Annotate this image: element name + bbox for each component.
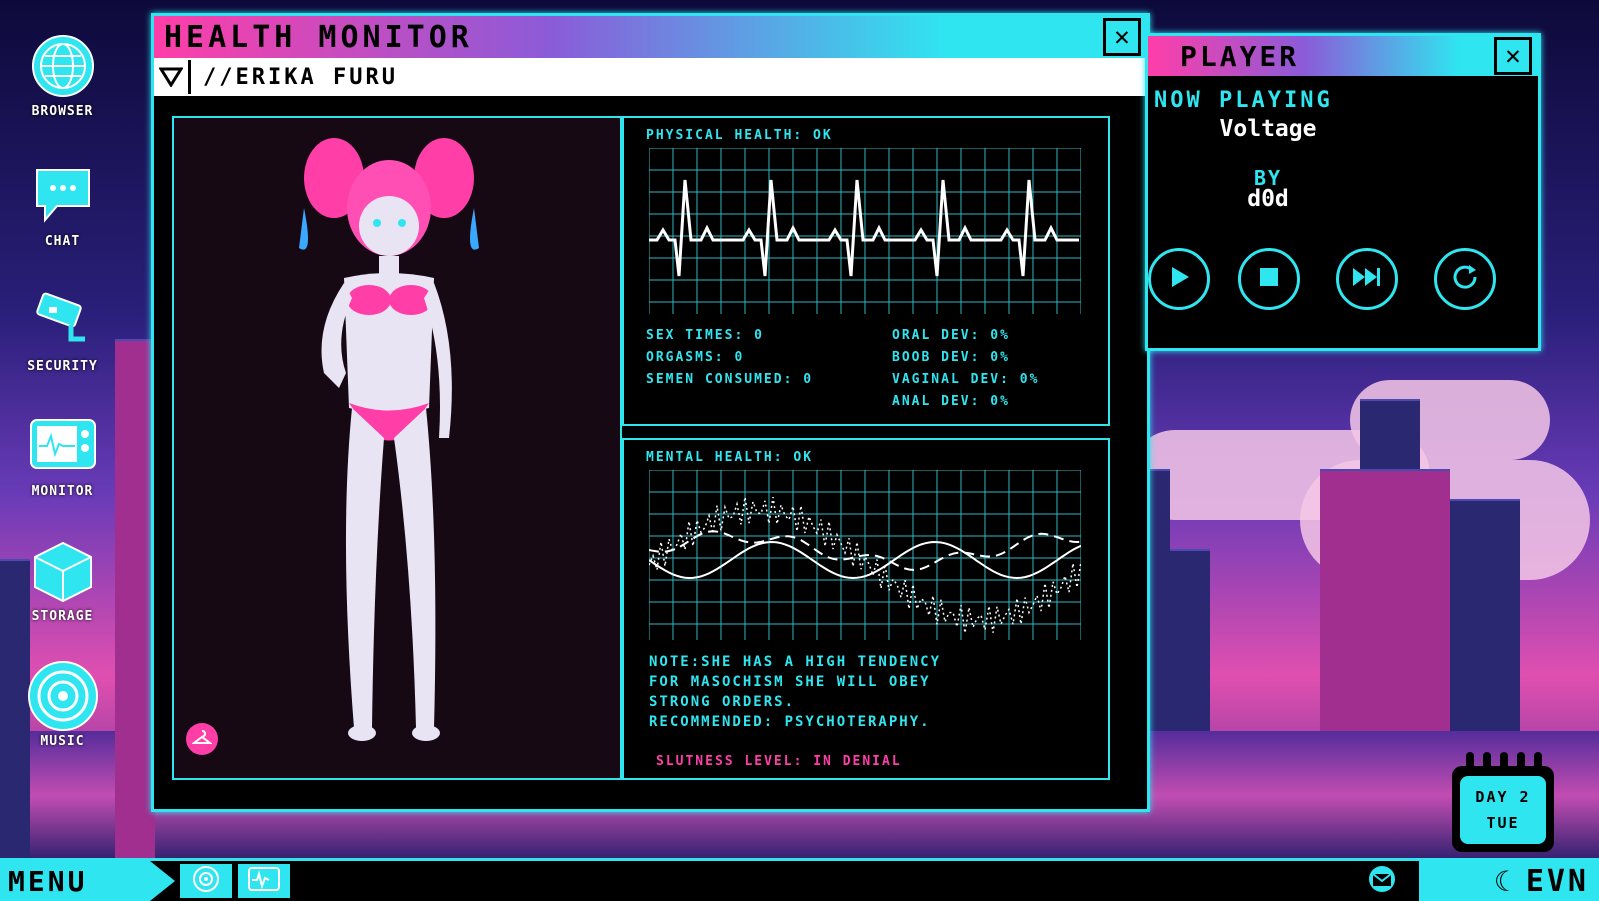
skip-forward-button[interactable] [1336, 248, 1398, 310]
stop-button[interactable] [1238, 248, 1300, 310]
health-monitor-window: HEALTH MONITOR ✕ //ERIKA FURU PHYSICAL H… [151, 13, 1150, 812]
physical-stat-left: SEX TIMES: 0 [646, 328, 764, 343]
time-of-day-label: EVN [1525, 863, 1589, 899]
slutness-level: SLUTNESS LEVEL: IN DENIAL [656, 754, 902, 769]
moon-icon: ☾ [1493, 864, 1514, 898]
now-playing-label: NOW PLAYING [1154, 88, 1333, 113]
physical-stat-right: BOOB DEV: 0% [892, 350, 1010, 365]
disc-icon [192, 865, 220, 897]
repeat-icon [1450, 262, 1480, 296]
close-icon: ✕ [1114, 22, 1130, 52]
note-line: NOTE:SHE HAS A HIGH TENDENCY [649, 654, 942, 670]
ecg-line [649, 179, 1079, 277]
window-title: HEALTH MONITOR [164, 19, 473, 55]
envelope-icon [1365, 865, 1399, 897]
note-block: NOTE:SHE HAS A HIGH TENDENCY FOR MASOCHIS… [649, 652, 941, 732]
note-line: STRONG ORDERS. [649, 694, 796, 710]
player-window: PLAYER ✕ NOW PLAYING Voltage BY d0d [1145, 33, 1541, 351]
player-title: PLAYER [1180, 39, 1300, 73]
desktop-icon-security[interactable]: SECURITY [10, 285, 115, 374]
physical-stat-left: SEMEN CONSUMED: 0 [646, 372, 814, 387]
calendar-day: DAY 2 [1475, 788, 1531, 806]
wardrobe-hanger-button[interactable] [186, 723, 218, 755]
time-of-day-indicator: ☾ EVN [1419, 861, 1599, 901]
ecg-chart [649, 148, 1081, 314]
physical-heading: PHYSICAL HEALTH: OK [646, 128, 833, 143]
chat-bubble-icon [27, 160, 99, 232]
note-line: FOR MASOCHISM SHE WILL OBEY [649, 674, 931, 690]
subject-bar: //ERIKA FURU [154, 58, 1147, 96]
desktop-icon-label: SECURITY [27, 359, 98, 374]
close-icon: ✕ [1505, 41, 1521, 71]
taskbar: MENU ☾ EVN [0, 858, 1599, 901]
mental-heading: MENTAL HEALTH: OK [646, 450, 814, 465]
artist-name: d0d [1247, 186, 1289, 212]
skip-forward-icon [1351, 266, 1383, 292]
desktop-icon-label: STORAGE [31, 609, 94, 624]
play-icon [1167, 265, 1191, 293]
play-button[interactable] [1148, 248, 1210, 310]
close-button[interactable]: ✕ [1103, 18, 1141, 56]
globe-icon [27, 30, 99, 102]
taskbar-music-button[interactable] [180, 864, 232, 898]
monitor-icon [27, 410, 99, 482]
desktop-icon-label: MUSIC [40, 734, 85, 749]
stop-icon [1258, 266, 1280, 292]
dropdown-triangle-icon[interactable] [154, 60, 191, 94]
physical-stat-right: ORAL DEV: 0% [892, 328, 1010, 343]
menu-label: MENU [8, 864, 88, 898]
calendar-widget[interactable]: DAY 2 TUE [1452, 752, 1554, 852]
security-camera-icon [27, 285, 99, 357]
desktop-icon-browser[interactable]: BROWSER [10, 30, 115, 119]
note-line: RECOMMENDED: PSYCHOTERAPHY. [649, 714, 931, 730]
taskbar-notification-button[interactable] [1362, 865, 1402, 897]
box-icon [27, 535, 99, 607]
desktop-icon-monitor[interactable]: MONITOR [10, 410, 115, 499]
monitor-icon [247, 866, 281, 896]
player-titlebar[interactable]: PLAYER ✕ [1148, 36, 1538, 76]
track-title: Voltage [1219, 116, 1317, 142]
physical-stat-right: VAGINAL DEV: 0% [892, 372, 1040, 387]
subject-name: //ERIKA FURU [203, 64, 398, 90]
physical-health-panel: PHYSICAL HEALTH: OK SEX TIMES: 0 ORGASMS:… [622, 116, 1110, 426]
calendar-weekday: TUE [1486, 814, 1520, 832]
desktop-icon-label: CHAT [44, 234, 81, 249]
hanger-icon [191, 729, 213, 749]
repeat-button[interactable] [1434, 248, 1496, 310]
menu-button[interactable]: MENU [0, 861, 175, 901]
mental-wave-chart [649, 470, 1081, 640]
player-close-button[interactable]: ✕ [1494, 37, 1532, 75]
character-figure [299, 138, 479, 741]
disc-icon [27, 660, 99, 732]
desktop-icon-label: MONITOR [31, 484, 94, 499]
physical-stat-left: ORGASMS: 0 [646, 350, 745, 365]
chart-grid [649, 148, 1081, 314]
physical-stat-right: ANAL DEV: 0% [892, 394, 1010, 409]
desktop-icon-label: BROWSER [31, 104, 94, 119]
desktop-icon-music[interactable]: MUSIC [10, 660, 115, 749]
window-titlebar[interactable]: HEALTH MONITOR ✕ [154, 16, 1147, 58]
mental-health-panel: MENTAL HEALTH: OK NOTE:SHE HAS A HIGH TE… [622, 438, 1110, 780]
character-panel [172, 116, 622, 780]
desktop-icon-storage[interactable]: STORAGE [10, 535, 115, 624]
desktop-icon-chat[interactable]: CHAT [10, 160, 115, 249]
taskbar-monitor-button[interactable] [238, 864, 290, 898]
